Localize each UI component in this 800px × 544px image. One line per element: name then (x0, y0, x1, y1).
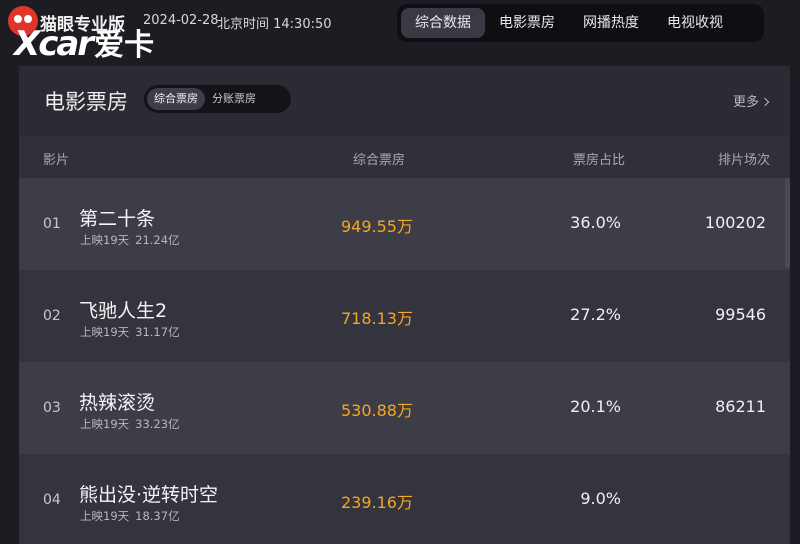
tab-movie-box-office[interactable]: 电影票房 (485, 8, 569, 38)
movie-title: 第二十条 (79, 208, 156, 230)
movie-title: 飞驰人生2 (79, 300, 168, 322)
row-rank: 03 (43, 400, 61, 416)
cumulative-box-office: 18.37亿 (135, 509, 180, 523)
combined-box-office: 530.88万 (341, 401, 413, 420)
movie-meta: 上映19天 33.23亿 (80, 416, 180, 432)
panel-title: 电影票房 (44, 90, 128, 114)
segment-combined-box-office[interactable]: 综合票房 (147, 88, 205, 110)
tab-tv-ratings[interactable]: 电视收视 (653, 8, 737, 38)
column-header-box-office[interactable]: 综合票房 (353, 149, 405, 168)
table-row[interactable]: 03 热辣滚烫 上映19天 33.23亿 530.88万 20.1% 86211 (19, 362, 790, 454)
table-row[interactable]: 02 飞驰人生2 上映19天 31.17亿 718.13万 27.2% 99546 (19, 270, 790, 362)
box-office-ratio: 27.2% (570, 305, 621, 324)
combined-box-office: 239.16万 (341, 493, 413, 512)
row-rank: 04 (43, 492, 61, 508)
release-days: 上映19天 (80, 233, 130, 247)
screening-count: 99546 (715, 305, 766, 324)
movie-meta: 上映19天 31.17亿 (80, 324, 180, 340)
release-days: 上映19天 (80, 509, 130, 523)
chevron-right-icon (760, 97, 770, 107)
column-header-ratio[interactable]: 票房占比 (573, 149, 625, 168)
watermark-cn: 爱卡 (94, 28, 155, 63)
table-row[interactable]: 04 熊出没·逆转时空 上映19天 18.37亿 239.16万 9.0% (19, 454, 790, 544)
release-days: 上映19天 (80, 325, 130, 339)
tab-overview[interactable]: 综合数据 (401, 8, 485, 38)
movie-title: 热辣滚烫 (79, 392, 156, 414)
watermark-latin: Xcar (14, 24, 94, 64)
box-office-ratio: 36.0% (570, 213, 621, 232)
box-office-ratio: 20.1% (570, 397, 621, 416)
current-date: 2024-02-28 (143, 13, 219, 28)
table-row[interactable]: 01 第二十条 上映19天 21.24亿 949.55万 36.0% 100202 (19, 178, 790, 270)
box-office-panel: 电影票房 综合票房 分账票房 更多 影片 综合票房 票房占比 排片场次 01 第… (19, 66, 790, 544)
more-label: 更多 (732, 95, 759, 110)
box-office-type-switch: 综合票房 分账票房 (144, 85, 291, 113)
screening-count: 86211 (715, 397, 766, 416)
box-office-ratio: 9.0% (580, 489, 621, 508)
row-rank: 02 (43, 308, 61, 324)
movie-meta: 上映19天 18.37亿 (80, 508, 180, 524)
release-days: 上映19天 (80, 417, 130, 431)
more-link[interactable]: 更多 (732, 91, 770, 110)
tab-web-streaming[interactable]: 网播热度 (569, 8, 653, 38)
combined-box-office: 949.55万 (341, 217, 413, 236)
screening-count: 100202 (704, 213, 766, 232)
segment-split-box-office[interactable]: 分账票房 (205, 88, 263, 110)
xcar-watermark: Xcar爱卡 (14, 20, 154, 64)
column-header-movie: 影片 (43, 153, 70, 168)
movie-meta: 上映19天 21.24亿 (80, 232, 180, 248)
column-header-shows[interactable]: 排片场次 (718, 149, 770, 168)
table-header: 影片 综合票房 票房占比 排片场次 (19, 136, 790, 178)
movie-title: 熊出没·逆转时空 (79, 484, 219, 506)
beijing-clock: 北京时间 14:30:50 (217, 17, 332, 32)
cumulative-box-office: 21.24亿 (135, 233, 180, 247)
row-rank: 01 (43, 216, 61, 232)
combined-box-office: 718.13万 (341, 309, 413, 328)
cumulative-box-office: 31.17亿 (135, 325, 180, 339)
scrollbar[interactable] (785, 178, 790, 268)
cumulative-box-office: 33.23亿 (135, 417, 180, 431)
main-nav: 综合数据 电影票房 网播热度 电视收视 (397, 4, 764, 42)
